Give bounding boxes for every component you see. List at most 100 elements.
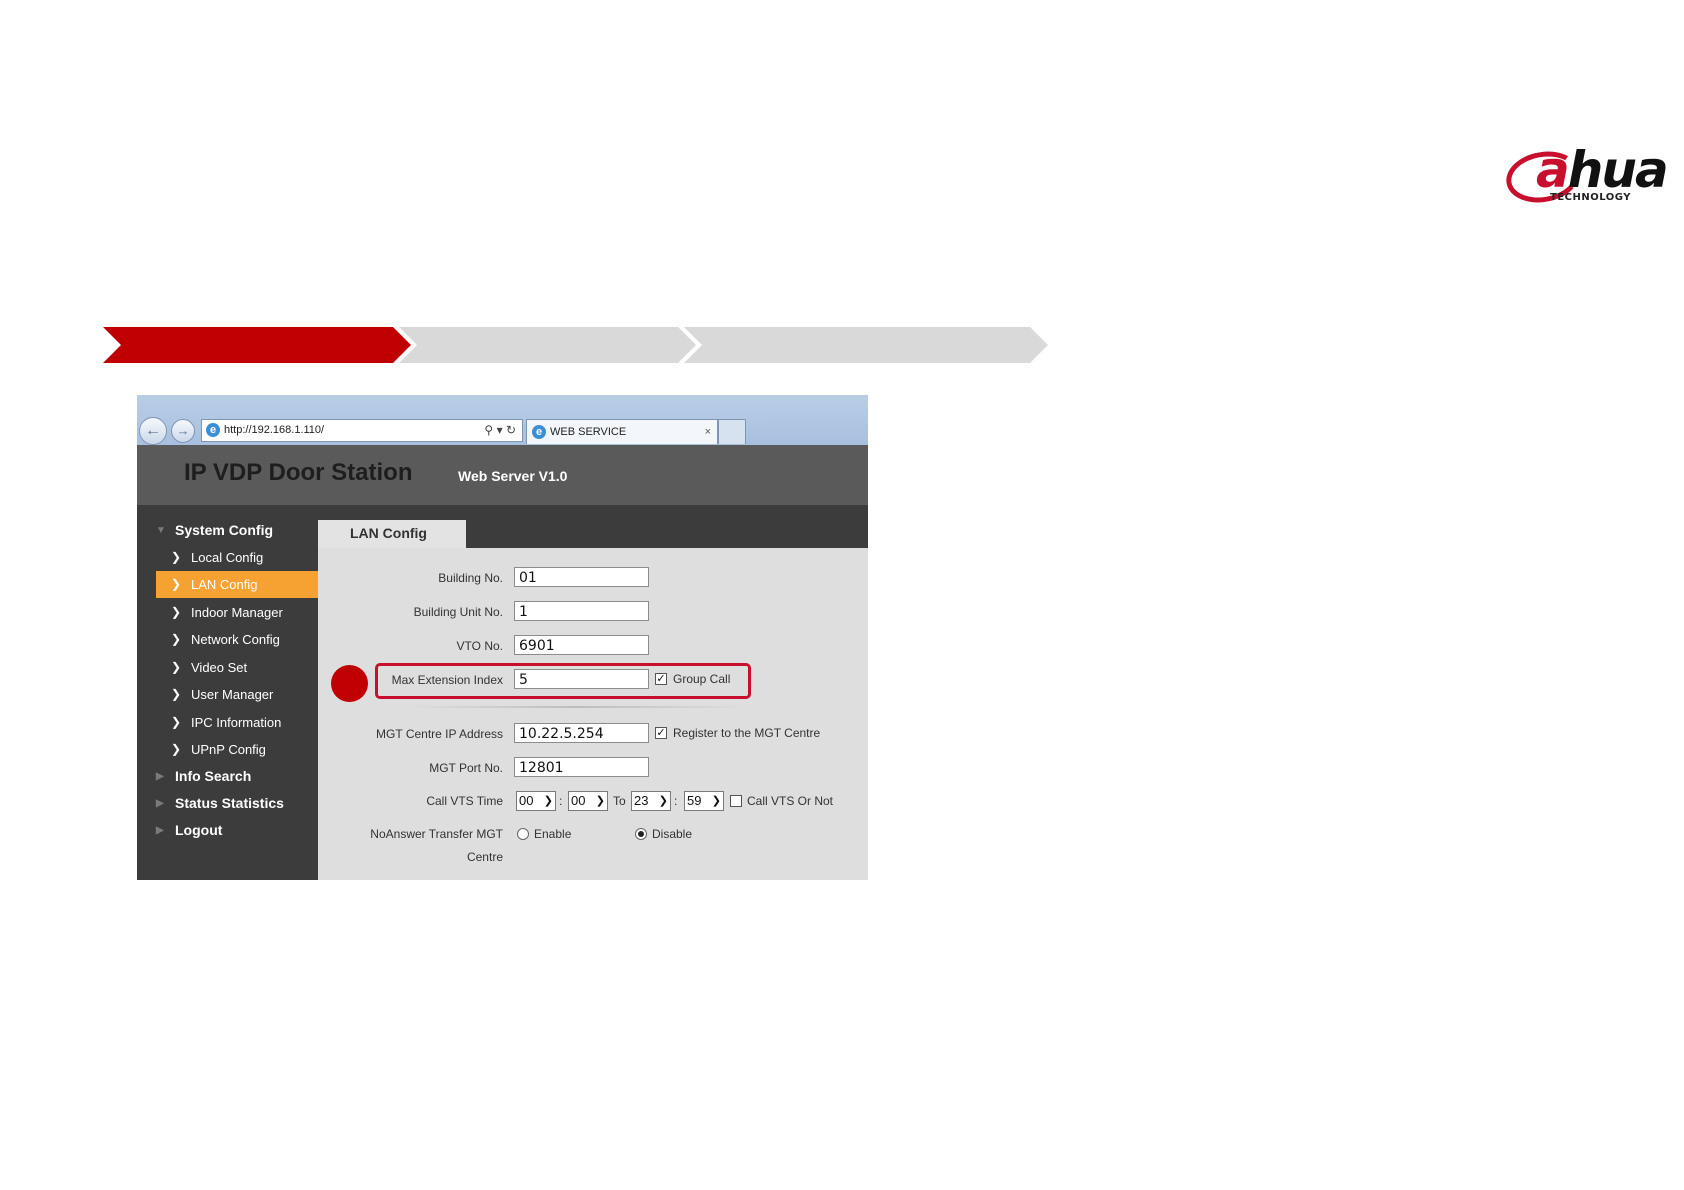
chevron-right-icon: ❯ <box>171 632 182 646</box>
address-tools[interactable]: ⚲ ▾ ↻ <box>484 420 516 441</box>
chevron-right-icon: ❯ <box>171 550 182 564</box>
chevron-down-icon: ❯ <box>595 795 605 807</box>
building-no-label: Building No. <box>438 571 503 585</box>
tab-title: WEB SERVICE <box>550 426 627 438</box>
register-mgt-checkbox[interactable]: ✓ <box>655 727 667 739</box>
ie-icon: e <box>206 423 220 438</box>
sidebar-item-indoor-manager[interactable]: ❯ Indoor Manager <box>137 599 318 626</box>
start-hour-select[interactable]: 00 ❯ <box>516 791 556 811</box>
close-tab-icon[interactable]: × <box>705 420 711 444</box>
sidebar: ▼ System Config ❯ Local Config ❯ LAN Con… <box>137 505 318 880</box>
divider <box>407 706 747 708</box>
chevron-right-icon: ❯ <box>171 742 182 756</box>
sidebar-item-lan-config[interactable]: ❯ LAN Config <box>156 571 318 598</box>
end-hour-value: 23 <box>634 793 649 808</box>
expand-triangle-icon: ▶ <box>156 798 164 809</box>
logo-part-hua: hua <box>1567 141 1669 199</box>
time-colon: : <box>559 794 563 808</box>
sidebar-group-label: Logout <box>175 822 223 838</box>
step-marker-dot <box>331 665 368 702</box>
app-subtitle: Web Server V1.0 <box>458 468 568 484</box>
building-unit-no-input[interactable]: 1 <box>514 601 649 621</box>
vto-no-label: VTO No. <box>456 639 503 653</box>
sidebar-group-info-search[interactable]: ▶ Info Search <box>137 763 318 790</box>
max-extension-index-input[interactable]: 5 <box>514 669 649 689</box>
dropdown-icon[interactable]: ▾ <box>497 423 503 437</box>
sidebar-item-label: Video Set <box>191 660 248 675</box>
sidebar-item-label: Indoor Manager <box>191 605 283 620</box>
chevron-down-icon: ❯ <box>711 795 721 807</box>
logo-tagline: TECHNOLOGY <box>1550 192 1631 203</box>
ie-tab-icon: e <box>532 425 546 440</box>
start-minute-value: 00 <box>571 793 586 808</box>
step-progress <box>103 327 1048 363</box>
sidebar-group-status-statistics[interactable]: ▶ Status Statistics <box>137 790 318 817</box>
vto-no-input[interactable]: 6901 <box>514 635 649 655</box>
address-url: http://192.168.1.110/ <box>224 424 325 436</box>
sidebar-item-label: IPC Information <box>191 715 282 730</box>
sidebar-item-ipc-information[interactable]: ❯ IPC Information <box>137 709 318 736</box>
noanswer-label-line1: NoAnswer Transfer MGT <box>370 827 503 841</box>
browser-tab[interactable]: e WEB SERVICE × <box>526 419 718 444</box>
step-2-chevron <box>399 327 696 363</box>
forward-arrow-icon[interactable]: → <box>171 419 195 443</box>
expand-triangle-icon: ▶ <box>156 771 164 782</box>
time-colon: : <box>674 794 678 808</box>
sidebar-item-video-set[interactable]: ❯ Video Set <box>137 654 318 681</box>
chevron-down-icon: ❯ <box>543 795 553 807</box>
expand-triangle-icon: ▶ <box>156 825 164 836</box>
step-1-chevron <box>103 327 411 363</box>
browser-chrome: ← → e http://192.168.1.110/ ⚲ ▾ ↻ e WEB SE… <box>137 395 868 445</box>
dahua-logo: ahua TECHNOLOGY <box>1502 140 1682 210</box>
tab-label: LAN Config <box>350 525 427 541</box>
address-bar[interactable]: e http://192.168.1.110/ ⚲ ▾ ↻ <box>201 419 523 442</box>
sidebar-item-local-config[interactable]: ❯ Local Config <box>137 544 318 571</box>
enable-radio-label: Enable <box>534 827 572 841</box>
app-title: IP VDP Door Station <box>184 459 413 486</box>
sidebar-item-label: User Manager <box>191 687 274 702</box>
sidebar-item-label: Network Config <box>191 632 280 647</box>
chevron-right-icon: ❯ <box>171 605 182 619</box>
sidebar-item-upnp-config[interactable]: ❯ UPnP Config <box>137 736 318 763</box>
end-minute-select[interactable]: 59 ❯ <box>684 791 724 811</box>
call-vts-or-not-checkbox[interactable] <box>730 795 742 807</box>
tab-lan-config[interactable]: LAN Config <box>318 520 466 548</box>
sidebar-item-label: LAN Config <box>191 577 258 592</box>
app-header: IP VDP Door Station Web Server V1.0 <box>137 445 868 505</box>
disable-radio[interactable] <box>635 828 647 840</box>
chevron-right-icon: ❯ <box>171 687 182 701</box>
refresh-icon[interactable]: ↻ <box>506 423 516 437</box>
disable-radio-label: Disable <box>652 827 693 841</box>
chevron-right-icon: ❯ <box>171 660 182 674</box>
group-call-checkbox[interactable]: ✓ <box>655 673 667 685</box>
sidebar-item-label: UPnP Config <box>191 742 266 757</box>
sidebar-item-user-manager[interactable]: ❯ User Manager <box>137 681 318 708</box>
step-3-chevron <box>684 327 1048 363</box>
logo-wordmark: ahua <box>1536 140 1669 200</box>
chevron-right-icon: ❯ <box>171 715 182 729</box>
call-vts-time-label: Call VTS Time <box>426 794 503 808</box>
sidebar-group-label: System Config <box>175 522 274 538</box>
mgt-ip-label: MGT Centre IP Address <box>376 727 503 741</box>
mgt-ip-input[interactable]: 10.22.5.254 <box>514 723 649 743</box>
sidebar-item-network-config[interactable]: ❯ Network Config <box>137 626 318 653</box>
end-hour-select[interactable]: 23 ❯ <box>631 791 671 811</box>
start-hour-value: 00 <box>519 793 534 808</box>
chevron-down-icon: ❯ <box>658 795 668 807</box>
building-no-input[interactable]: 01 <box>514 567 649 587</box>
sidebar-group-logout[interactable]: ▶ Logout <box>137 817 318 844</box>
group-call-label: Group Call <box>673 672 731 686</box>
time-to-label: To <box>613 794 626 808</box>
collapse-triangle-icon: ▼ <box>156 525 166 536</box>
back-arrow-icon[interactable]: ← <box>139 417 167 445</box>
search-icon[interactable]: ⚲ <box>484 423 493 437</box>
mgt-port-label: MGT Port No. <box>429 761 503 775</box>
sidebar-group-label: Status Statistics <box>175 795 284 811</box>
sidebar-group-system-config[interactable]: ▼ System Config <box>137 517 318 544</box>
start-minute-select[interactable]: 00 ❯ <box>568 791 608 811</box>
mgt-port-input[interactable]: 12801 <box>514 757 649 777</box>
enable-radio[interactable] <box>517 828 529 840</box>
logo-part-a: a <box>1536 141 1570 199</box>
new-tab-button[interactable] <box>718 419 746 444</box>
chevron-right-icon: ❯ <box>171 577 182 591</box>
